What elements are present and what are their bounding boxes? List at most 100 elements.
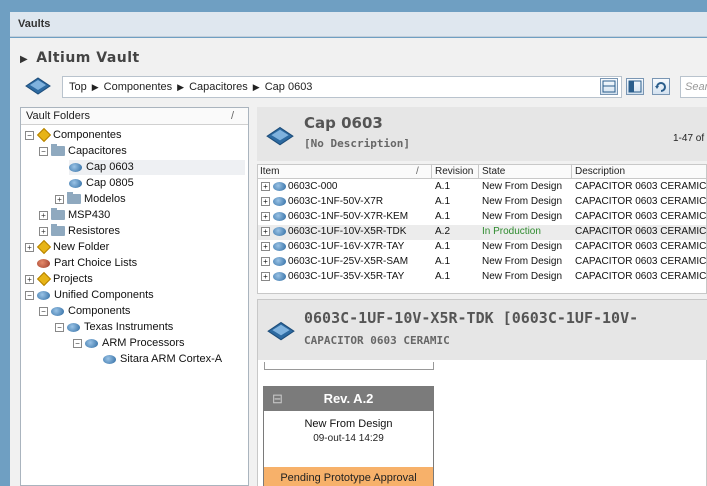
column-divider[interactable] bbox=[478, 165, 479, 179]
table-row[interactable]: +0603C-1NF-50V-X7R-KEM A.1 New From Design… bbox=[258, 210, 707, 225]
part-icon bbox=[69, 178, 82, 188]
breadcrumb-item-capacitores[interactable]: Capacitores bbox=[189, 81, 248, 93]
collapse-icon[interactable]: − bbox=[39, 146, 48, 156]
lifecycle-placeholder-box bbox=[264, 362, 434, 370]
breadcrumb-separator-icon: ▶ bbox=[252, 82, 260, 92]
breadcrumb-item-top[interactable]: Top bbox=[69, 81, 87, 93]
tree-item-label: Components bbox=[68, 305, 131, 317]
breadcrumb-separator-icon: ▶ bbox=[177, 82, 185, 92]
item-id: 0603C-1UF-25V-X5R-SAM bbox=[288, 256, 409, 267]
tree-item-label: Texas Instruments bbox=[84, 321, 174, 333]
item-description: CAPACITOR 0603 CERAMIC bbox=[575, 256, 707, 267]
vault-title-bar[interactable]: ▶ Altium Vault bbox=[20, 50, 140, 66]
breadcrumb-item-cap-0603[interactable]: Cap 0603 bbox=[265, 81, 313, 93]
table-row[interactable]: +0603C-1UF-16V-X7R-TAY A.1 New From Design… bbox=[258, 240, 706, 255]
table-row[interactable]: +0603C-1NF-50V-X7R A.1 New From Design CAPA… bbox=[258, 195, 706, 210]
tree-item-projects[interactable]: + Projects bbox=[25, 272, 93, 287]
part-icon bbox=[273, 241, 286, 251]
tree-item-msp430[interactable]: + MSP430 bbox=[39, 208, 110, 223]
part-icon bbox=[85, 338, 98, 348]
tree-item-label: Capacitores bbox=[68, 145, 127, 157]
breadcrumb-item-componentes[interactable]: Componentes bbox=[104, 81, 173, 93]
item-id: 0603C-1UF-10V-X5R-TDK bbox=[288, 226, 407, 237]
expand-icon[interactable]: + bbox=[39, 226, 48, 236]
tree-item-modelos[interactable]: + Modelos bbox=[55, 192, 126, 207]
tree-item-label: Sitara ARM Cortex-A bbox=[120, 353, 223, 365]
collapse-icon[interactable]: − bbox=[39, 306, 48, 316]
grid-header: Item / Revision State Description bbox=[258, 165, 706, 179]
part-icon bbox=[273, 256, 286, 266]
collapse-icon[interactable]: − bbox=[55, 322, 64, 332]
expand-icon[interactable]: + bbox=[261, 181, 270, 191]
refresh-button[interactable] bbox=[652, 78, 670, 95]
expand-icon[interactable]: + bbox=[261, 271, 270, 281]
column-header-state[interactable]: State bbox=[482, 165, 505, 179]
vault-title: Altium Vault bbox=[36, 50, 140, 66]
vault-folders-header[interactable]: Vault Folders / bbox=[21, 108, 248, 125]
column-header-description[interactable]: Description bbox=[575, 165, 625, 179]
item-description: CAPACITOR 0603 CERAMIC bbox=[575, 211, 707, 222]
revision-date: 09-out-14 14:29 bbox=[313, 433, 384, 444]
tree-item-part-choice-lists[interactable]: Part Choice Lists bbox=[37, 256, 137, 271]
layout-vertical-button[interactable] bbox=[626, 78, 644, 95]
folder-icon bbox=[67, 192, 81, 205]
search-input[interactable]: Sear bbox=[680, 76, 707, 98]
layout-horizontal-button[interactable] bbox=[600, 78, 618, 95]
expand-icon[interactable]: + bbox=[261, 211, 270, 221]
expand-icon[interactable]: + bbox=[39, 210, 48, 220]
revision-card-header[interactable]: ⊟ Rev. A.2 bbox=[264, 387, 433, 411]
part-icon bbox=[273, 226, 286, 236]
part-choice-icon bbox=[37, 258, 50, 268]
collapse-icon[interactable]: − bbox=[73, 338, 82, 348]
tree-item-label: Resistores bbox=[68, 225, 120, 237]
expand-icon[interactable]: + bbox=[25, 242, 34, 252]
tree-item-componentes[interactable]: − Componentes bbox=[25, 128, 122, 143]
expand-icon[interactable]: + bbox=[25, 274, 34, 284]
column-header-revision[interactable]: Revision bbox=[435, 165, 473, 179]
collapse-icon[interactable]: − bbox=[25, 130, 34, 140]
column-divider[interactable] bbox=[431, 165, 432, 179]
tree-item-new-folder[interactable]: + New Folder bbox=[25, 240, 109, 255]
column-header-item[interactable]: Item bbox=[260, 165, 279, 179]
item-description: CAPACITOR 0603 CERAMIC bbox=[575, 226, 707, 237]
expand-icon[interactable]: + bbox=[261, 196, 270, 206]
table-row[interactable]: +0603C-1UF-10V-X5R-TDK A.2 In Production CA… bbox=[258, 225, 707, 240]
table-row[interactable]: +0603C-000 A.1 New From Design CAPACITOR 06… bbox=[258, 180, 706, 195]
tree-item-capacitores[interactable]: − Capacitores bbox=[39, 144, 127, 159]
collapse-icon[interactable]: − bbox=[25, 290, 34, 300]
breadcrumb: Top ▶ Componentes ▶ Capacitores ▶ Cap 0603 bbox=[62, 76, 622, 98]
pending-transition-button[interactable]: Pending Prototype Approval bbox=[264, 467, 433, 486]
table-row[interactable]: +0603C-1UF-35V-X5R-TAY A.1 New From Design… bbox=[258, 270, 706, 285]
item-revision: A.1 bbox=[435, 196, 451, 207]
part-icon bbox=[69, 162, 82, 172]
expand-icon[interactable]: + bbox=[261, 256, 270, 266]
diamond-folder-icon bbox=[36, 272, 52, 287]
tree-item-cap-0603[interactable]: Cap 0603 bbox=[69, 160, 245, 175]
folder-icon bbox=[51, 224, 65, 237]
revision-state: New From Design bbox=[304, 418, 393, 430]
tree-item-unified-components[interactable]: − Unified Components bbox=[25, 288, 154, 303]
tree-item-components[interactable]: − Components bbox=[39, 304, 130, 319]
folder-title: Cap 0603 bbox=[304, 114, 383, 132]
tree-item-texas-instruments[interactable]: − Texas Instruments bbox=[55, 320, 173, 335]
expand-icon[interactable]: + bbox=[55, 194, 64, 204]
expand-icon[interactable]: + bbox=[261, 241, 270, 251]
vault-folders-title: Vault Folders bbox=[26, 110, 90, 122]
tree-item-cap-0805[interactable]: Cap 0805 bbox=[69, 176, 134, 191]
item-revision: A.1 bbox=[435, 211, 451, 222]
part-icon bbox=[273, 211, 286, 221]
split-horizontal-icon bbox=[602, 80, 616, 93]
column-divider[interactable] bbox=[571, 165, 572, 179]
table-row[interactable]: +0603C-1UF-25V-X5R-SAM A.1 New From Design… bbox=[258, 255, 707, 270]
tree-item-resistores[interactable]: + Resistores bbox=[39, 224, 120, 239]
collapse-triangle-icon[interactable]: ▶ bbox=[20, 54, 28, 65]
collapse-icon[interactable]: ⊟ bbox=[272, 387, 283, 411]
tree-item-arm-processors[interactable]: − ARM Processors bbox=[73, 336, 185, 351]
tree-item-label: MSP430 bbox=[68, 209, 111, 221]
part-icon bbox=[273, 196, 286, 206]
tree-item-sitara-arm-cortex-a[interactable]: Sitara ARM Cortex-A bbox=[103, 352, 222, 367]
item-revision: A.1 bbox=[435, 271, 451, 282]
item-detail-panel: 0603C-1UF-10V-X5R-TDK [0603C-1UF-10V- CA… bbox=[257, 299, 707, 486]
expand-icon[interactable]: + bbox=[261, 226, 270, 236]
revision-card[interactable]: ⊟ Rev. A.2 New From Design 09-out-14 14:… bbox=[263, 386, 434, 486]
